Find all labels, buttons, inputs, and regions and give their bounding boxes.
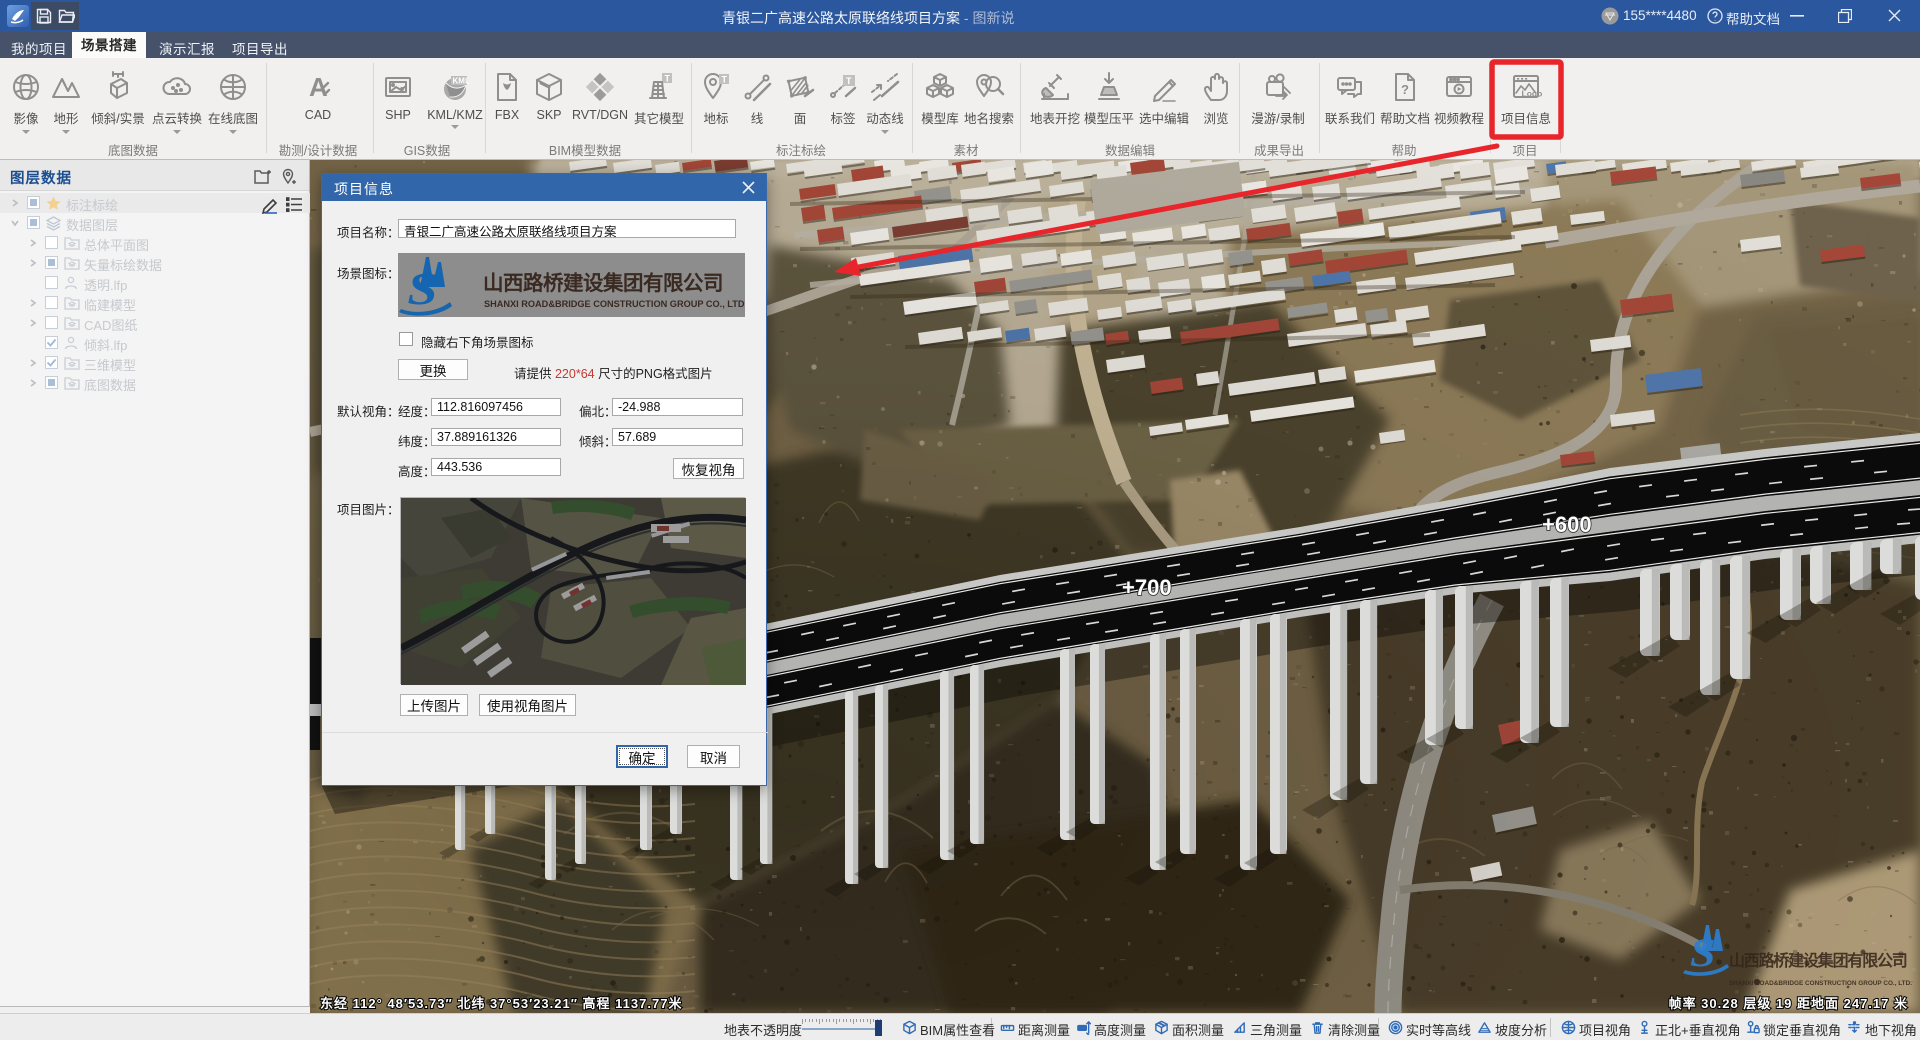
svg-text:东经 112° 48′53.73″ 北纬 37°53′23.: 东经 112° 48′53.73″ 北纬 37°53′23.21″ 高程 113… (320, 996, 682, 1011)
svg-text:SHANXI ROAD&BRIDGE CONSTRUCTIO: SHANXI ROAD&BRIDGE CONSTRUCTION GROUP CO… (484, 299, 745, 309)
svg-text:山西路桥建设集团有限公司: 山西路桥建设集团有限公司 (483, 271, 723, 295)
svg-text:SHANXI ROAD&BRIDGE CONSTRUCTIO: SHANXI ROAD&BRIDGE CONSTRUCTION GROUP CO… (1729, 980, 1912, 987)
svg-text:?: ? (1401, 82, 1409, 97)
svg-text:帧率 30.28 层级 19 距地面 247.17 米: 帧率 30.28 层级 19 距地面 247.17 米 (1669, 996, 1908, 1011)
svg-text:山西路桥建设集团有限公司: 山西路桥建设集团有限公司 (1729, 951, 1907, 970)
svg-text:+600: +600 (1542, 512, 1592, 537)
svg-text:S: S (1690, 932, 1716, 976)
svg-text:Logo: Logo (1522, 89, 1543, 99)
svg-text:+700: +700 (1122, 575, 1172, 600)
svg-text:S: S (407, 263, 437, 314)
svg-text:T: T (665, 74, 671, 84)
